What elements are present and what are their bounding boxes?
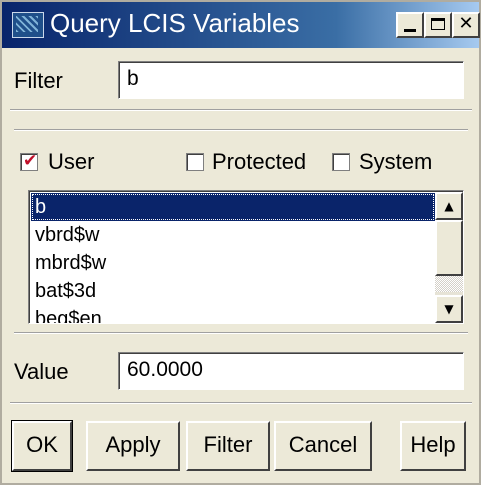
divider-bottom	[10, 402, 472, 404]
help-button[interactable]: Help	[400, 421, 466, 471]
system-checkbox[interactable]	[332, 153, 350, 171]
system-checkbox-label: System	[359, 149, 433, 174]
list-scrollbar[interactable]: ▲ ▼	[435, 192, 463, 323]
list-item[interactable]: vbrd$w	[31, 221, 435, 249]
user-checkbox[interactable]: ✔	[20, 151, 38, 171]
close-icon: ✕	[458, 13, 474, 34]
minimize-icon	[404, 29, 416, 32]
checkmark-icon: ✔	[23, 151, 38, 171]
minimize-button[interactable]	[396, 12, 424, 38]
value-input[interactable]: 60.0000	[118, 352, 464, 390]
close-button[interactable]: ✕	[452, 12, 480, 38]
filter-button[interactable]: Filter	[186, 421, 270, 471]
protected-checkbox-label: Protected	[212, 149, 307, 174]
title-bar[interactable]: Query LCIS Variables ✕	[2, 2, 480, 48]
list-item[interactable]: bat$3d	[31, 277, 435, 305]
list-item-selected[interactable]: b	[31, 193, 435, 221]
ok-button[interactable]: OK	[11, 420, 73, 472]
cancel-button[interactable]: Cancel	[274, 421, 372, 471]
app-icon	[12, 12, 44, 38]
group-box-bottom	[14, 332, 468, 334]
value-label: Value	[14, 359, 69, 384]
list-item[interactable]: beg$en	[31, 305, 435, 323]
arrow-up-icon: ▲	[444, 199, 454, 213]
filter-label: Filter	[14, 68, 63, 93]
apply-button[interactable]: Apply	[86, 421, 180, 471]
window-title: Query LCIS Variables	[50, 8, 300, 38]
scroll-up-button[interactable]: ▲	[435, 192, 463, 220]
filter-input[interactable]: b	[118, 61, 464, 99]
user-checkbox-label: User	[48, 149, 95, 174]
divider-top	[10, 109, 472, 111]
scroll-down-button[interactable]: ▼	[435, 295, 463, 323]
maximize-button[interactable]	[424, 12, 452, 38]
query-lcis-variables-window: Query LCIS Variables ✕ Filter b ✔ User P…	[0, 0, 481, 485]
variables-list[interactable]: b vbrd$w mbrd$w bat$3d beg$en ▲ ▼	[28, 190, 464, 324]
arrow-down-icon: ▼	[444, 302, 454, 316]
list-item[interactable]: mbrd$w	[31, 249, 435, 277]
group-box-top	[14, 129, 468, 131]
scrollbar-thumb[interactable]	[435, 220, 463, 276]
protected-checkbox[interactable]	[186, 153, 204, 171]
maximize-icon	[431, 18, 445, 30]
